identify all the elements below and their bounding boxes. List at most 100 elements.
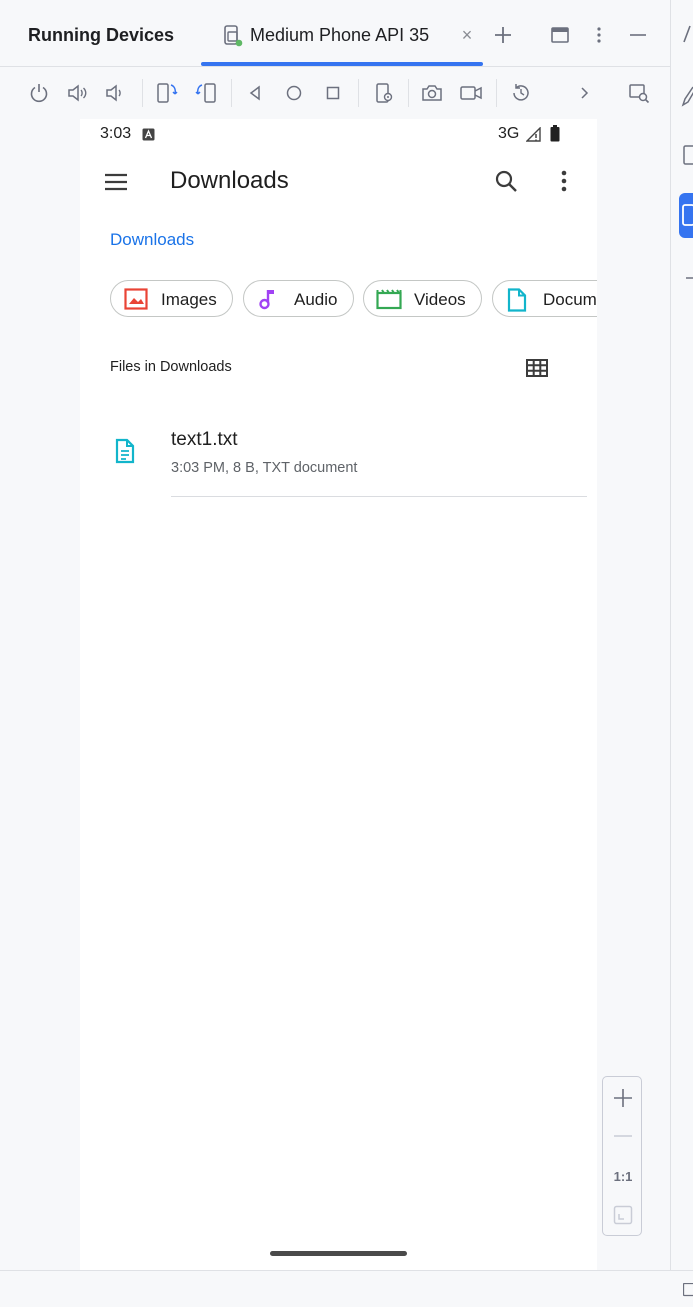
plus-icon <box>493 25 513 45</box>
chip-audio[interactable]: Audio <box>243 280 354 317</box>
minimize-icon <box>628 25 648 45</box>
new-tab-button[interactable] <box>488 20 518 50</box>
status-widget-icon[interactable] <box>683 1283 693 1297</box>
file-meta: 3:03 PM, 8 B, TXT document <box>171 460 357 476</box>
device-tab-icon <box>222 24 244 48</box>
power-button[interactable] <box>25 79 53 107</box>
status-time: 3:03 <box>100 125 131 143</box>
home-button[interactable] <box>280 79 308 107</box>
layout-inspector-button[interactable] <box>625 79 653 107</box>
row-divider <box>171 496 587 497</box>
camera-icon <box>420 81 444 105</box>
page-title: Downloads <box>170 167 289 195</box>
device-toolbar <box>0 67 670 119</box>
notification-a-icon <box>142 128 155 141</box>
chip-documents[interactable]: Docum <box>492 280 597 317</box>
search-icon <box>494 169 518 193</box>
vertical-dots-icon <box>589 25 609 45</box>
home-icon <box>284 83 304 103</box>
gesture-nav-handle[interactable] <box>270 1251 407 1256</box>
back-icon <box>245 83 265 103</box>
tab-medium-phone[interactable]: Medium Phone API 35 × <box>200 0 484 66</box>
volume-up-icon <box>66 82 88 104</box>
screenshot-button[interactable] <box>418 79 446 107</box>
document-icon <box>507 288 527 312</box>
rotate-left-icon <box>155 81 179 105</box>
device-settings-icon <box>372 81 396 105</box>
signal-icon <box>526 127 542 142</box>
panel-title: Running Devices <box>28 25 174 46</box>
right-tool-strip <box>670 0 693 1270</box>
back-button[interactable] <box>241 79 269 107</box>
device-settings-button[interactable] <box>370 79 398 107</box>
bottom-status-bar <box>0 1270 693 1307</box>
text-file-icon <box>115 438 135 464</box>
search-button[interactable] <box>488 163 524 199</box>
power-icon <box>28 82 50 104</box>
status-network: 3G <box>498 125 519 143</box>
actual-size-label: 1:1 <box>614 1169 633 1184</box>
overflow-menu-button[interactable] <box>546 163 582 199</box>
device-manager-icon[interactable] <box>680 143 693 167</box>
more-actions-button[interactable] <box>571 79 599 107</box>
running-devices-icon <box>679 193 693 238</box>
actual-size-button[interactable]: 1:1 <box>603 1157 643 1195</box>
inspect-search-icon <box>627 81 651 105</box>
grid-view-toggle[interactable] <box>522 353 552 383</box>
tab-close-button[interactable]: × <box>458 25 476 46</box>
status-bar: 3:03 3G <box>80 119 597 151</box>
chip-label: Images <box>161 290 217 310</box>
breadcrumb[interactable]: Downloads <box>110 230 194 250</box>
chevron-right-icon <box>577 85 593 101</box>
tool-window-icon[interactable] <box>680 22 693 46</box>
toolbar-separator <box>496 79 497 107</box>
chip-images[interactable]: Images <box>110 280 233 317</box>
phone-screen[interactable]: 3:03 3G Downloads Downloads Images Audio… <box>80 119 597 1270</box>
grid-view-icon <box>526 359 548 377</box>
more-tools-icon[interactable] <box>680 266 693 290</box>
running-devices-tool-button[interactable] <box>679 193 693 238</box>
file-name: text1.txt <box>171 429 238 451</box>
menu-icon <box>104 173 128 191</box>
vertical-dots-icon <box>560 170 568 192</box>
fit-screen-button[interactable] <box>603 1196 643 1234</box>
chip-label: Videos <box>414 290 466 310</box>
plus-icon <box>613 1088 633 1108</box>
minimize-button[interactable] <box>623 20 653 50</box>
rotate-right-button[interactable] <box>192 79 220 107</box>
music-note-icon <box>258 288 278 310</box>
reset-icon <box>510 82 532 104</box>
minus-icon <box>613 1126 633 1146</box>
volume-down-button[interactable] <box>101 79 129 107</box>
options-menu-button[interactable] <box>584 20 614 50</box>
battery-icon <box>550 125 560 142</box>
rotate-left-button[interactable] <box>153 79 181 107</box>
toolbar-separator <box>408 79 409 107</box>
overview-button[interactable] <box>319 79 347 107</box>
window-layout-icon <box>550 25 570 45</box>
zoom-in-button[interactable] <box>603 1079 643 1117</box>
paint-brush-icon[interactable] <box>680 84 693 108</box>
file-row[interactable]: text1.txt 3:03 PM, 8 B, TXT document <box>80 409 597 499</box>
hamburger-menu-button[interactable] <box>98 164 134 200</box>
active-tab-indicator <box>201 62 483 66</box>
reset-button[interactable] <box>507 79 535 107</box>
volume-down-icon <box>104 82 126 104</box>
volume-up-button[interactable] <box>63 79 91 107</box>
toolbar-separator <box>358 79 359 107</box>
chip-videos[interactable]: Videos <box>363 280 482 317</box>
section-title: Files in Downloads <box>110 359 232 375</box>
toolbar-separator <box>142 79 143 107</box>
toolbar-separator <box>231 79 232 107</box>
window-layout-button[interactable] <box>545 20 575 50</box>
overview-icon <box>323 83 343 103</box>
running-devices-header: Running Devices Medium Phone API 35 × <box>0 0 670 67</box>
zoom-controls: 1:1 <box>602 1076 642 1236</box>
tab-label: Medium Phone API 35 <box>250 25 429 46</box>
clapperboard-icon <box>376 288 402 310</box>
zoom-out-button[interactable] <box>603 1117 643 1155</box>
screen-record-button[interactable] <box>457 79 485 107</box>
rotate-right-icon <box>194 81 218 105</box>
chip-label: Docum <box>543 290 597 310</box>
chip-label: Audio <box>294 290 337 310</box>
